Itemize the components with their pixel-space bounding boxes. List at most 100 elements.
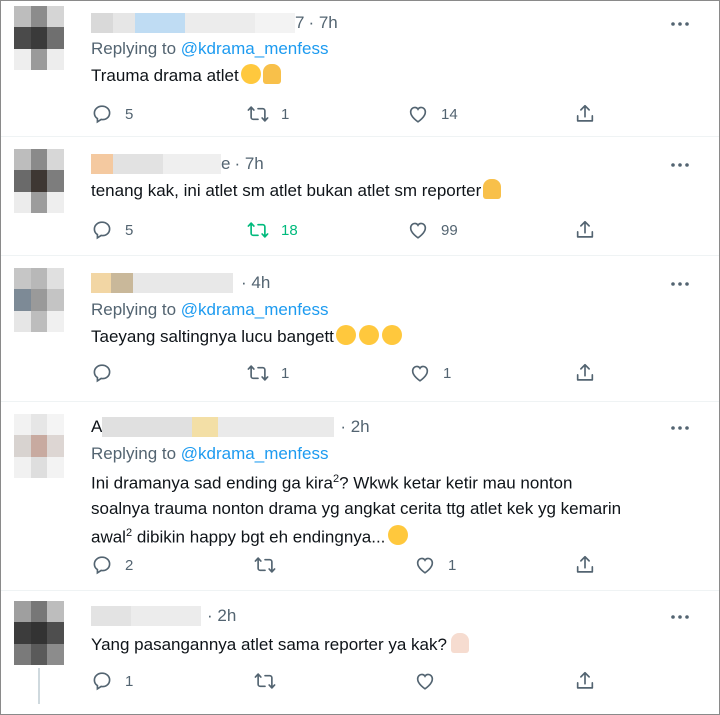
like-count: 99 bbox=[441, 221, 458, 239]
timestamp[interactable]: · 4h bbox=[241, 273, 270, 293]
more-icon[interactable] bbox=[669, 154, 691, 176]
like-button[interactable] bbox=[414, 670, 448, 692]
retweet-icon bbox=[254, 673, 276, 689]
retweet-button[interactable] bbox=[254, 670, 288, 692]
retweet-button[interactable]: 1 bbox=[247, 103, 289, 125]
retweet-button[interactable]: 18 bbox=[247, 219, 298, 241]
share-icon bbox=[576, 363, 594, 381]
tweet-text-content: Trauma drama atlet bbox=[91, 66, 239, 85]
blurred-display-name bbox=[113, 13, 135, 33]
retweet-button[interactable]: 1 bbox=[247, 362, 289, 384]
reply-icon bbox=[93, 105, 111, 124]
tweet-text-content: tenang kak, ini atlet sm atlet bukan atl… bbox=[91, 181, 482, 200]
username-tail: e bbox=[221, 154, 231, 173]
share-button[interactable] bbox=[574, 219, 596, 241]
replying-to-label: Replying to bbox=[91, 39, 177, 58]
tweet-1[interactable]: 7 · 7h Replying to @kdrama_menfess Traum… bbox=[1, 1, 719, 137]
tweet-text: Ini dramanya sad ending ga kira2? Wkwk k… bbox=[91, 467, 631, 549]
mention-link[interactable]: @kdrama_menfess bbox=[181, 300, 329, 319]
timestamp[interactable]: · 2h bbox=[340, 417, 369, 437]
tweet-actions: 1 1 bbox=[91, 362, 611, 386]
timestamp[interactable]: · 2h bbox=[207, 606, 236, 626]
tweet-text-content: Taeyang saltingnya lucu bangett bbox=[91, 327, 334, 346]
reply-button[interactable]: 5 bbox=[91, 219, 133, 241]
tweet-text: Trauma drama atlet bbox=[91, 63, 691, 88]
like-button[interactable]: 1 bbox=[409, 362, 451, 384]
reply-button[interactable] bbox=[91, 362, 125, 384]
folded-hands-emoji bbox=[483, 179, 502, 199]
tweet-actions: 1 bbox=[91, 670, 611, 694]
blurred-display-name bbox=[102, 417, 193, 437]
tweet-actions: 5 1 14 bbox=[91, 103, 611, 127]
folded-hands-emoji bbox=[262, 64, 281, 84]
tweet-text-part: dibikin happy bgt eh endingnya... bbox=[132, 527, 386, 547]
retweet-count: 1 bbox=[281, 364, 290, 382]
more-icon[interactable] bbox=[669, 13, 691, 35]
replying-to: Replying to @kdrama_menfess bbox=[91, 444, 328, 464]
like-button[interactable]: 99 bbox=[407, 219, 458, 241]
crying-face-emoji bbox=[381, 325, 402, 345]
share-icon bbox=[576, 220, 594, 238]
avatar[interactable] bbox=[14, 268, 64, 332]
blurred-display-name bbox=[192, 417, 219, 437]
share-icon bbox=[576, 555, 594, 573]
avatar[interactable] bbox=[14, 6, 64, 70]
reply-button[interactable]: 5 bbox=[91, 103, 133, 125]
tweet-header: · 2h bbox=[91, 605, 236, 627]
reply-button[interactable]: 2 bbox=[91, 554, 133, 576]
reply-count: 5 bbox=[125, 221, 134, 239]
tweet-text: Taeyang saltingnya lucu bangett bbox=[91, 324, 691, 349]
share-icon bbox=[576, 104, 594, 122]
share-button[interactable] bbox=[574, 554, 596, 576]
mention-link[interactable]: @kdrama_menfess bbox=[181, 444, 329, 463]
retweet-icon bbox=[247, 365, 269, 381]
tweet-2[interactable]: e · 7h tenang kak, ini atlet sm atlet bu… bbox=[1, 138, 719, 256]
share-icon bbox=[576, 671, 594, 689]
timestamp[interactable]: · 7h bbox=[234, 154, 263, 174]
blurred-display-name bbox=[113, 154, 163, 174]
more-icon[interactable] bbox=[669, 273, 691, 295]
tweet-3[interactable]: · 4h Replying to @kdrama_menfess Taeyang… bbox=[1, 257, 719, 402]
mention-link[interactable]: @kdrama_menfess bbox=[181, 39, 329, 58]
crying-face-emoji bbox=[358, 325, 379, 345]
avatar[interactable] bbox=[14, 414, 64, 478]
tweet-header: 7 · 7h bbox=[91, 12, 338, 34]
reply-count: 2 bbox=[125, 556, 134, 574]
blurred-username bbox=[131, 606, 201, 626]
tweet-text: Yang pasangannya atlet sama reporter ya … bbox=[91, 632, 691, 657]
blurred-display-name bbox=[91, 154, 113, 174]
retweet-icon bbox=[254, 557, 276, 573]
like-button[interactable]: 14 bbox=[407, 103, 458, 125]
blurred-display-name bbox=[91, 606, 131, 626]
share-button[interactable] bbox=[574, 670, 596, 692]
retweet-count: 1 bbox=[281, 105, 290, 123]
reply-button[interactable]: 1 bbox=[91, 670, 133, 692]
more-icon[interactable] bbox=[669, 606, 691, 628]
retweet-icon bbox=[247, 106, 269, 122]
like-button[interactable]: 1 bbox=[414, 554, 456, 576]
blurred-username bbox=[185, 13, 255, 33]
share-button[interactable] bbox=[574, 103, 596, 125]
blurred-display-name bbox=[91, 273, 111, 293]
like-icon bbox=[416, 673, 434, 690]
replying-to: Replying to @kdrama_menfess bbox=[91, 39, 328, 59]
avatar[interactable] bbox=[14, 601, 64, 665]
reply-icon bbox=[93, 364, 111, 383]
tweet-header: · 4h bbox=[91, 272, 270, 294]
blurred-display-name bbox=[91, 13, 113, 33]
like-icon bbox=[411, 365, 429, 382]
share-button[interactable] bbox=[574, 362, 596, 384]
avatar[interactable] bbox=[14, 149, 64, 213]
reply-icon bbox=[93, 556, 111, 575]
blurred-username bbox=[163, 154, 221, 174]
tweet-header: A · 2h bbox=[91, 416, 370, 438]
reply-count: 5 bbox=[125, 105, 134, 123]
like-icon bbox=[416, 557, 434, 574]
more-icon[interactable] bbox=[669, 417, 691, 439]
retweet-button[interactable] bbox=[254, 554, 288, 576]
blurred-username bbox=[133, 273, 233, 293]
tweet-4[interactable]: A · 2h Replying to @kdrama_menfess Ini d… bbox=[1, 403, 719, 591]
like-icon bbox=[409, 106, 427, 123]
timestamp[interactable]: · 7h bbox=[308, 13, 337, 33]
tweet-5[interactable]: · 2h Yang pasangannya atlet sama reporte… bbox=[1, 592, 719, 714]
